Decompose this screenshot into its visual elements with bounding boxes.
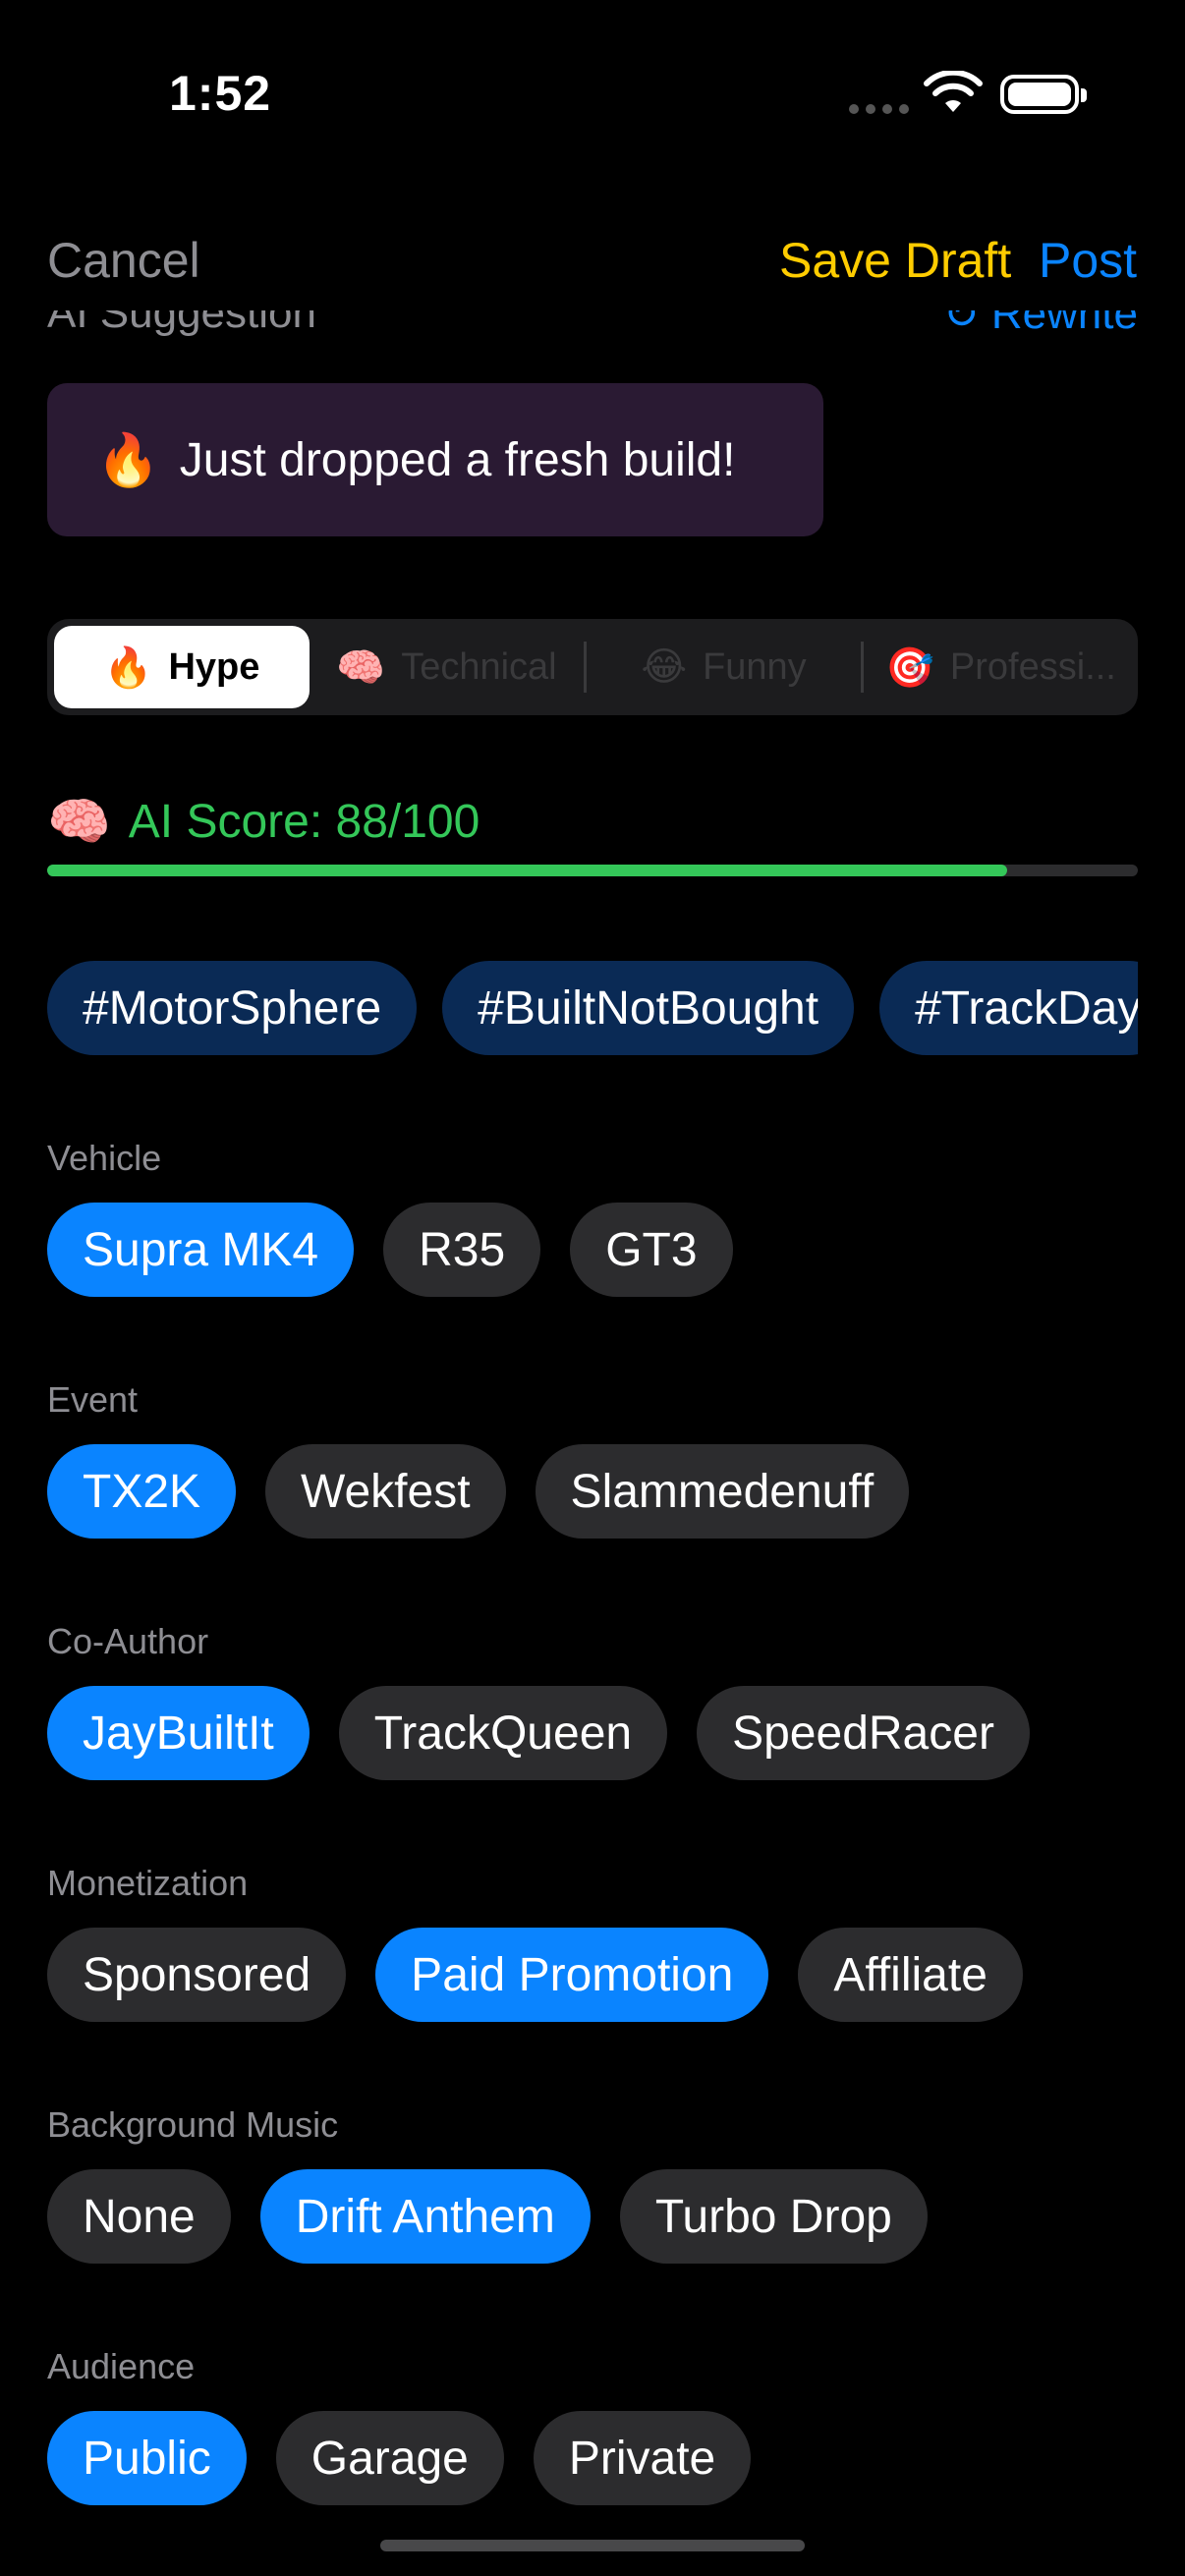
hashtag-chip[interactable]: #MotorSphere — [47, 961, 418, 1055]
monetization-chip-paid-promotion[interactable]: Paid Promotion — [375, 1928, 769, 2022]
audience-chip-private[interactable]: Private — [533, 2411, 752, 2505]
brain-icon: 🧠 — [47, 794, 111, 851]
ai-score: 🧠 AI Score: 88/100 — [47, 792, 480, 852]
tone-label: Hype — [168, 645, 260, 688]
music-options: None Drift Anthem Turbo Drop — [47, 2169, 928, 2264]
target-icon: 🎯 — [885, 645, 934, 690]
tone-segmented-control[interactable]: 🔥 Hype 🧠 Technical 😂 Funny 🎯 Professi... — [47, 619, 1138, 715]
tone-label: Funny — [703, 645, 807, 688]
post-button[interactable]: Post — [1039, 232, 1137, 289]
save-draft-button[interactable]: Save Draft — [779, 232, 1011, 289]
hashtag-row[interactable]: #MotorSphere #BuiltNotBought #TrackDay — [47, 961, 1138, 1057]
ai-score-progress-fill — [47, 865, 1007, 876]
monetization-chip-affiliate[interactable]: Affiliate — [798, 1928, 1023, 2022]
ai-suggestion-text: Just dropped a fresh build! — [179, 433, 736, 486]
home-indicator[interactable] — [380, 2540, 805, 2551]
ai-score-progress-bar — [47, 865, 1138, 876]
music-chip-turbo-drop[interactable]: Turbo Drop — [619, 2169, 928, 2264]
coauthor-options: JayBuiltIt TrackQueen SpeedRacer — [47, 1686, 1030, 1780]
audience-chip-public[interactable]: Public — [47, 2411, 247, 2505]
vehicle-chip-r35[interactable]: R35 — [383, 1203, 541, 1297]
vehicle-label: Vehicle — [47, 1138, 162, 1178]
cancel-button[interactable]: Cancel — [47, 232, 200, 289]
monetization-chip-sponsored[interactable]: Sponsored — [47, 1928, 347, 2022]
hashtag-chip[interactable]: #BuiltNotBought — [442, 961, 855, 1055]
event-options: TX2K Wekfest Slammedenuff — [47, 1444, 910, 1539]
audience-chip-garage[interactable]: Garage — [275, 2411, 504, 2505]
audience-options: Public Garage Private — [47, 2411, 752, 2505]
tone-option-funny[interactable]: 😂 Funny — [587, 626, 861, 708]
monetization-label: Monetization — [47, 1863, 249, 1903]
fire-icon: 🔥 — [96, 431, 160, 489]
tone-option-professional[interactable]: 🎯 Professi... — [864, 626, 1138, 708]
event-chip-tx2k[interactable]: TX2K — [47, 1444, 237, 1539]
ai-score-text: AI Score: 88/100 — [128, 796, 480, 848]
coauthor-chip-trackqueen[interactable]: TrackQueen — [338, 1686, 668, 1780]
coauthor-label: Co-Author — [47, 1621, 209, 1661]
audience-label: Audience — [47, 2346, 196, 2386]
ai-suggestion-label: AI Suggestion — [47, 310, 316, 337]
vehicle-options: Supra MK4 R35 GT3 — [47, 1203, 733, 1297]
tone-option-technical[interactable]: 🧠 Technical — [310, 626, 584, 708]
vehicle-chip-supra[interactable]: Supra MK4 — [47, 1203, 355, 1297]
coauthor-chip-speedracer[interactable]: SpeedRacer — [697, 1686, 1030, 1780]
tone-option-hype[interactable]: 🔥 Hype — [54, 626, 310, 708]
monetization-options: Sponsored Paid Promotion Affiliate — [47, 1928, 1023, 2022]
event-chip-wekfest[interactable]: Wekfest — [265, 1444, 506, 1539]
brain-icon: 🧠 — [336, 645, 386, 690]
event-label: Event — [47, 1379, 139, 1420]
coauthor-chip-jaybuiltit[interactable]: JayBuiltIt — [47, 1686, 310, 1780]
vehicle-chip-gt3[interactable]: GT3 — [570, 1203, 733, 1297]
event-chip-slammedenuff[interactable]: Slammedenuff — [535, 1444, 910, 1539]
rewrite-button[interactable]: ↻ Rewrite — [943, 310, 1138, 339]
tone-label: Technical — [401, 645, 557, 688]
tone-label: Professi... — [949, 645, 1116, 688]
wifi-icon — [924, 71, 983, 112]
hashtag-chip[interactable]: #TrackDay — [879, 961, 1138, 1055]
music-chip-drift-anthem[interactable]: Drift Anthem — [259, 2169, 591, 2264]
post-editor-content[interactable]: AI Suggestion ↻ Rewrite 🔥 Just dropped a… — [0, 310, 1185, 2576]
music-chip-none[interactable]: None — [47, 2169, 231, 2264]
laughing-face-icon: 😂 — [641, 645, 688, 689]
status-time: 1:52 — [169, 66, 272, 121]
signal-icon — [849, 104, 909, 114]
battery-icon — [1000, 75, 1087, 114]
fire-icon: 🔥 — [103, 645, 153, 690]
music-label: Background Music — [47, 2104, 339, 2145]
ai-suggestion-card[interactable]: 🔥 Just dropped a fresh build! — [47, 383, 823, 536]
